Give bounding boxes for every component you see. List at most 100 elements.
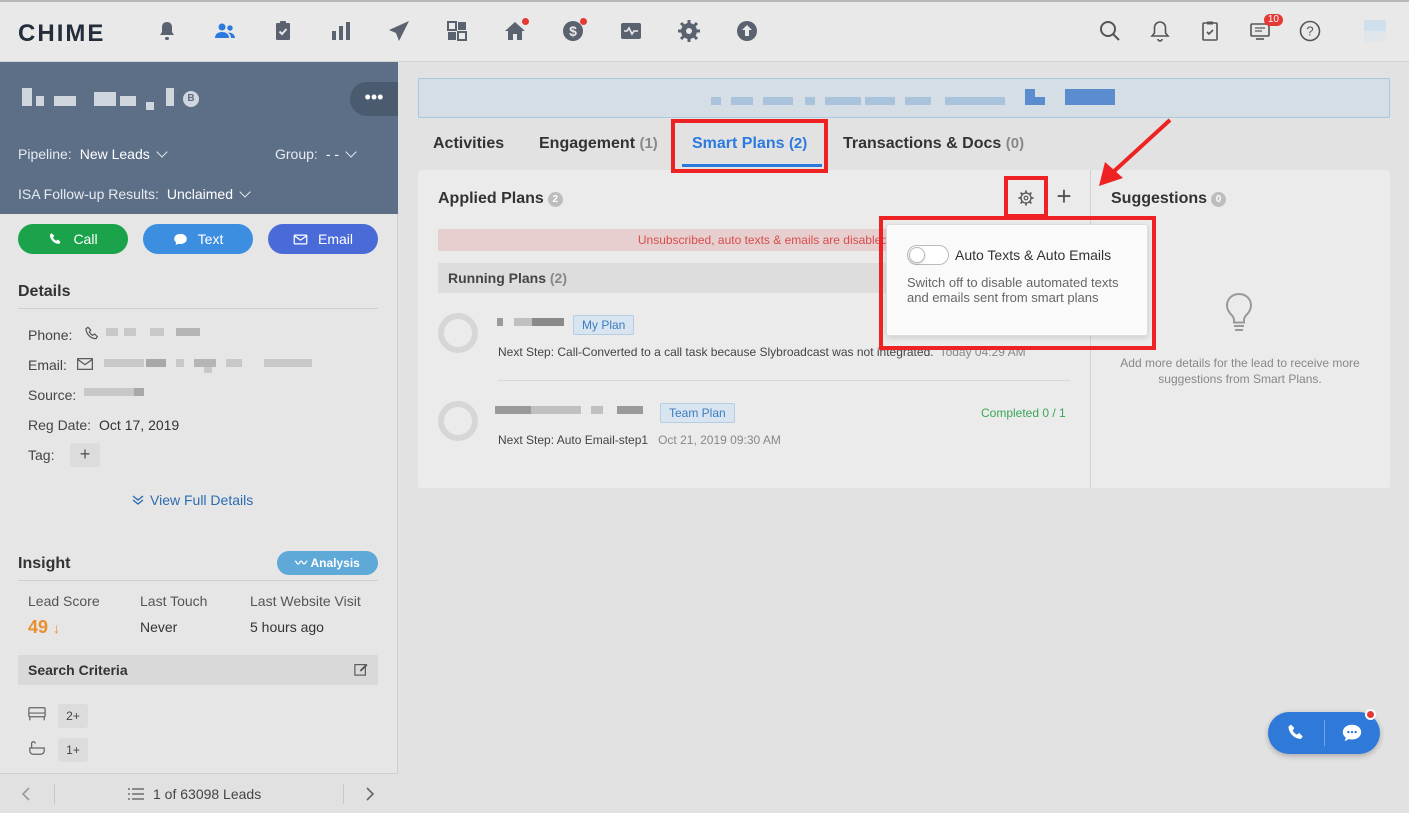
applied-plans-count: 2	[547, 192, 563, 207]
active-tab-indicator	[682, 164, 822, 167]
redacted	[531, 406, 581, 414]
analysis-button[interactable]: 〰 Analysis	[277, 551, 378, 575]
chime-logo[interactable]: CHIME	[18, 20, 105, 48]
analysis-label: Analysis	[310, 556, 360, 570]
redacted	[124, 328, 136, 336]
info-banner	[418, 78, 1390, 118]
isa-select[interactable]: ISA Follow-up Results: Unclaimed	[18, 186, 251, 202]
fab-call-button[interactable]	[1268, 712, 1324, 754]
applied-plans-title: Applied Plans 2	[438, 190, 563, 208]
last-touch-value: Never	[140, 619, 178, 635]
plan-next-step: Next Step: Auto Email-step1 Oct 21, 2019 …	[498, 433, 781, 447]
tab-activities[interactable]: Activities	[433, 135, 504, 153]
isa-label: ISA Follow-up Results:	[18, 186, 159, 202]
redacted	[146, 359, 166, 367]
chevron-left-icon[interactable]	[20, 786, 32, 802]
redacted	[514, 318, 532, 326]
next-step-value: Call-Converted to a call task because Sl…	[557, 345, 934, 359]
lead-pager: 1 of 63098 Leads	[0, 773, 398, 813]
plan-status: Completed 0 / 1	[981, 406, 1066, 420]
lead-header: B ••• Pipeline: New Leads Group: - - ISA F…	[0, 62, 398, 214]
chevron-down-icon	[239, 186, 251, 198]
chevron-down-icon	[345, 146, 357, 158]
lead-badge: B	[183, 91, 199, 107]
applied-plans-label: Applied Plans	[438, 190, 544, 207]
redacted	[134, 388, 144, 396]
pipeline-select[interactable]: Pipeline: New Leads	[18, 146, 168, 162]
tab-transactions-docs[interactable]: Transactions & Docs (0)	[843, 135, 1024, 153]
activity-icon[interactable]	[618, 18, 644, 44]
notification-count-badge: 10	[1263, 14, 1283, 26]
call-button[interactable]: Call	[18, 224, 128, 254]
beds-value: 2+	[58, 704, 88, 728]
house-notification-dot	[522, 18, 529, 25]
chevron-right-icon[interactable]	[364, 786, 376, 802]
dollar-circle-icon[interactable]: $	[560, 18, 587, 44]
envelope-outline-icon[interactable]	[77, 357, 93, 371]
isa-value: Unclaimed	[166, 186, 233, 202]
auto-texts-emails-description: Switch off to disable automated texts an…	[907, 275, 1119, 305]
more-options-button[interactable]: •••	[350, 82, 398, 116]
email-label-detail: Email:	[28, 357, 67, 373]
task-icon[interactable]	[1197, 18, 1223, 44]
email-label: Email	[317, 231, 353, 247]
help-icon[interactable]: ?	[1297, 18, 1323, 44]
gear-icon[interactable]	[676, 18, 702, 44]
plan-next-step: Next Step: Call-Converted to a call task…	[498, 345, 1026, 359]
next-step-label: Next Step:	[498, 345, 555, 359]
logo-text: CHIME	[18, 20, 106, 47]
svg-text:?: ?	[1306, 24, 1313, 39]
last-website-visit-label: Last Website Visit	[250, 593, 361, 609]
group-value: - -	[325, 146, 340, 162]
redacted	[176, 328, 200, 336]
call-label: Call	[73, 231, 98, 247]
pipeline-value: New Leads	[79, 146, 150, 162]
tab-engagement-label: Engagement	[539, 135, 636, 152]
bar-chart-icon[interactable]	[328, 18, 354, 44]
redacted	[591, 406, 603, 414]
paper-plane-icon[interactable]	[386, 18, 412, 44]
tab-smart-plans[interactable]: Smart Plans (2)	[692, 135, 807, 153]
suggestions-count: 0	[1211, 192, 1227, 207]
phone-outline-icon[interactable]	[84, 326, 100, 342]
add-plan-button[interactable]: +	[1052, 183, 1076, 210]
bell-icon[interactable]	[1147, 18, 1173, 44]
upload-icon[interactable]	[734, 18, 760, 44]
people-icon[interactable]	[212, 18, 238, 44]
user-avatar[interactable]	[1364, 20, 1386, 42]
view-full-details-link[interactable]: View Full Details	[132, 492, 253, 508]
last-website-visit-value: 5 hours ago	[250, 619, 324, 635]
plan-type-tag: Team Plan	[660, 403, 735, 423]
grid-icon[interactable]	[444, 18, 470, 44]
search-criteria-label: Search Criteria	[28, 662, 128, 678]
lead-score-number: 49	[28, 617, 49, 637]
trend-icon: 〰	[295, 556, 311, 570]
plan-progress-ring	[438, 313, 478, 353]
tag-label: Tag:	[28, 447, 55, 463]
running-plans-count: (2)	[549, 270, 568, 286]
annotation-arrow-icon	[1099, 118, 1172, 186]
reg-date-row: Reg Date: Oct 17, 2019	[28, 417, 179, 433]
edit-icon[interactable]	[354, 662, 368, 676]
search-criteria-header: Search Criteria	[18, 655, 378, 685]
redacted	[194, 359, 216, 367]
top-navigation-bar: CHIME $ 10 ?	[0, 0, 1409, 62]
email-button[interactable]: Email	[268, 224, 378, 254]
monitor-icon[interactable]: 10	[1247, 14, 1283, 44]
house-icon[interactable]	[502, 18, 529, 44]
add-tag-button[interactable]: +	[70, 443, 100, 467]
tab-activities-label: Activities	[433, 135, 505, 152]
search-icon[interactable]	[1097, 18, 1123, 44]
dollar-bell-icon[interactable]	[154, 18, 180, 44]
group-select[interactable]: Group: - -	[275, 146, 357, 162]
envelope-icon	[293, 234, 308, 244]
unsubscribed-notice: Unsubscribed, auto texts & emails are di…	[438, 229, 898, 251]
text-button[interactable]: Text	[143, 224, 253, 254]
svg-text:$: $	[569, 23, 577, 39]
tab-engagement[interactable]: Engagement (1)	[539, 135, 658, 153]
auto-texts-emails-toggle[interactable]	[907, 245, 949, 265]
auto-texts-emails-label: Auto Texts & Auto Emails	[955, 247, 1112, 263]
redacted	[204, 367, 212, 373]
plan-settings-gear-icon[interactable]	[1016, 188, 1036, 208]
clipboard-icon[interactable]	[270, 18, 296, 44]
